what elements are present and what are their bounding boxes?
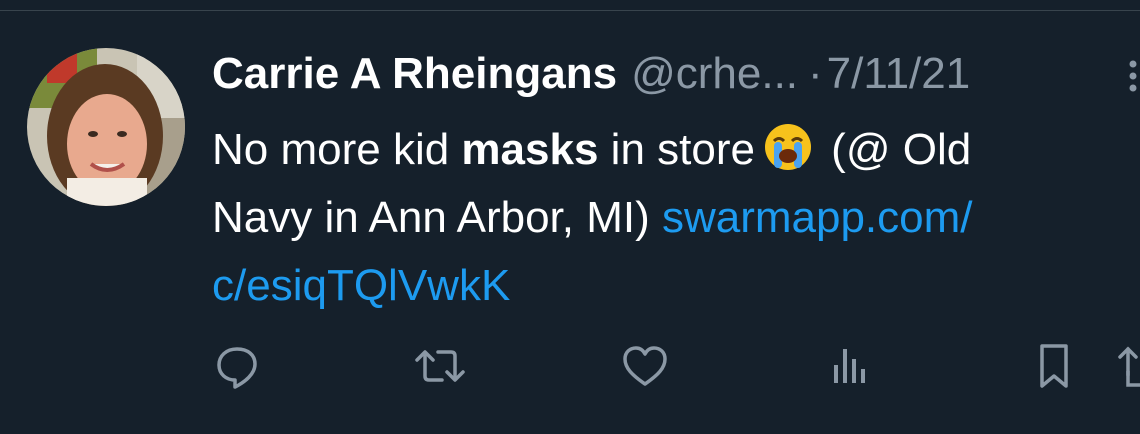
loudly-crying-face-icon — [763, 122, 813, 172]
separator-dot: · — [808, 49, 823, 98]
text-part: No more kid — [212, 125, 462, 174]
tweet-text-line-1: No more kid masks in store (@ Old — [212, 116, 1140, 184]
avatar[interactable] — [27, 48, 185, 206]
highlighted-keyword: masks — [461, 125, 599, 174]
like-button[interactable] — [617, 340, 673, 396]
views-button[interactable] — [820, 340, 876, 396]
display-name[interactable]: Carrie A Rheingans — [212, 46, 617, 102]
text-part: in store — [598, 125, 755, 174]
bookmark-icon — [1034, 341, 1074, 396]
heart-icon — [620, 343, 670, 394]
tweet-text-line-3: c/esiqTQlVwkK — [212, 252, 1140, 320]
reply-icon — [213, 342, 261, 395]
swarm-link[interactable]: swarmapp.com/ — [662, 193, 973, 242]
text-part: (@ Old — [818, 125, 972, 174]
bookmark-button[interactable] — [1026, 340, 1082, 396]
analytics-icon — [826, 343, 870, 394]
tweet-text: No more kid masks in store (@ Old Navy i… — [212, 116, 1140, 320]
handle[interactable]: @crhe... — [631, 46, 798, 102]
tweet-text-line-2: Navy in Ann Arbor, MI) swarmapp.com/ — [212, 184, 1140, 252]
share-button[interactable] — [1118, 340, 1140, 396]
retweet-button[interactable] — [412, 340, 468, 396]
tweet-date[interactable]: 7/11/21 — [827, 46, 971, 102]
text-part: Navy in Ann Arbor, MI) — [212, 193, 662, 242]
action-bar — [0, 340, 1140, 400]
top-divider — [0, 0, 1140, 11]
more-options-icon[interactable] — [1126, 58, 1140, 94]
reply-button[interactable] — [209, 340, 265, 396]
swarm-link-continued[interactable]: c/esiqTQlVwkK — [212, 261, 510, 310]
retweet-icon — [412, 342, 468, 395]
tweet-header: Carrie A Rheingans @crhe... · 7/11/21 — [212, 46, 970, 102]
share-icon — [1118, 341, 1140, 396]
